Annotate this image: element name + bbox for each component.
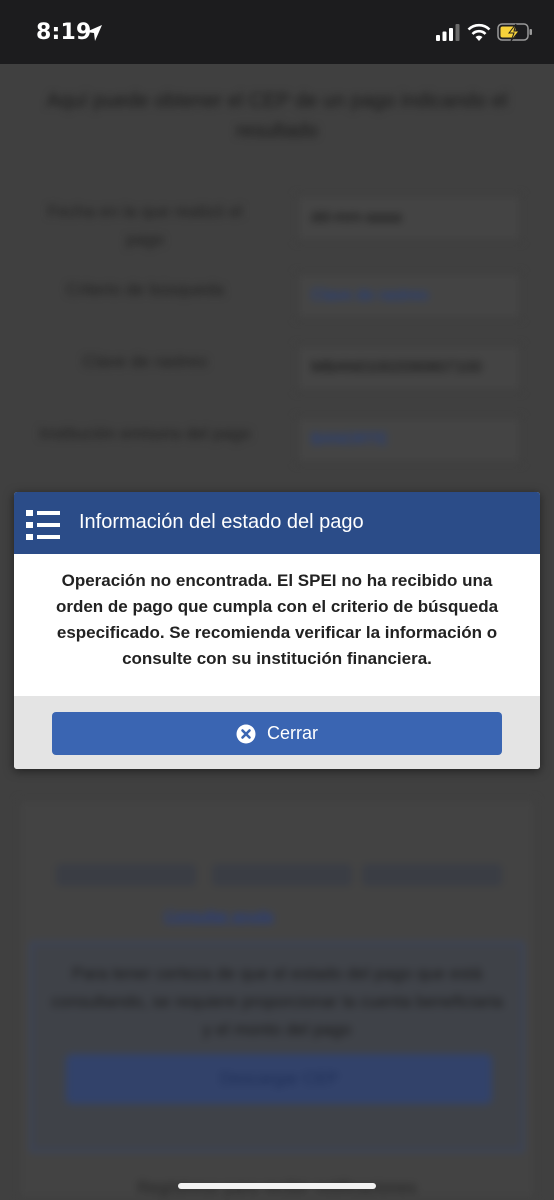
status-bar: 8:19 (0, 0, 554, 64)
location-arrow-icon (86, 25, 102, 41)
dialog-footer: Cerrar (14, 696, 540, 769)
background-field-select[interactable]: BANORTE (296, 416, 522, 464)
background-field-label: Institución emisora del pago (39, 424, 251, 443)
background-step (212, 864, 352, 886)
dialog-title: Información del estado del pago (79, 511, 364, 533)
background-field-input[interactable]: MBAN01002090807100 (296, 344, 522, 392)
status-time: 8:19 (36, 20, 92, 45)
dialog-message: Operación no encontrada. El SPEI no ha r… (55, 571, 499, 668)
background-field-label: Fecha en la que realizó el pago (47, 202, 243, 249)
background-field-label: Criterio de búsqueda (66, 280, 224, 299)
background-step (56, 864, 196, 886)
background-info-box: Para tener certeza de que el estado del … (30, 942, 524, 1152)
background-field-input[interactable]: dd-mm-aaaa (296, 194, 522, 242)
dialog-header: Información del estado del pago (14, 492, 540, 554)
battery-charging-icon (497, 23, 532, 42)
home-indicator[interactable] (178, 1183, 376, 1189)
payment-status-dialog: Información del estado del pago Operació… (14, 492, 540, 769)
close-button[interactable]: Cerrar (52, 712, 502, 755)
background-link[interactable]: Consultar ayuda (164, 908, 394, 924)
background-field-label: Clave de rastreo (82, 352, 208, 371)
background-step (362, 864, 502, 886)
dialog-body: Operación no encontrada. El SPEI no ha r… (14, 554, 540, 696)
cellular-signal-icon (436, 24, 460, 41)
close-circle-icon (236, 724, 256, 744)
close-button-label: Cerrar (267, 723, 319, 743)
background-button[interactable]: Descargar CEP (66, 1054, 492, 1104)
background-intro-text: Aquí puede obtener el CEP de un pago ind… (46, 90, 508, 142)
wifi-icon (467, 23, 491, 41)
background-field-select[interactable]: Clave de rastreo (296, 272, 522, 320)
background-info-text: Para tener certeza de que el estado del … (51, 964, 503, 1039)
list-icon (26, 510, 60, 540)
